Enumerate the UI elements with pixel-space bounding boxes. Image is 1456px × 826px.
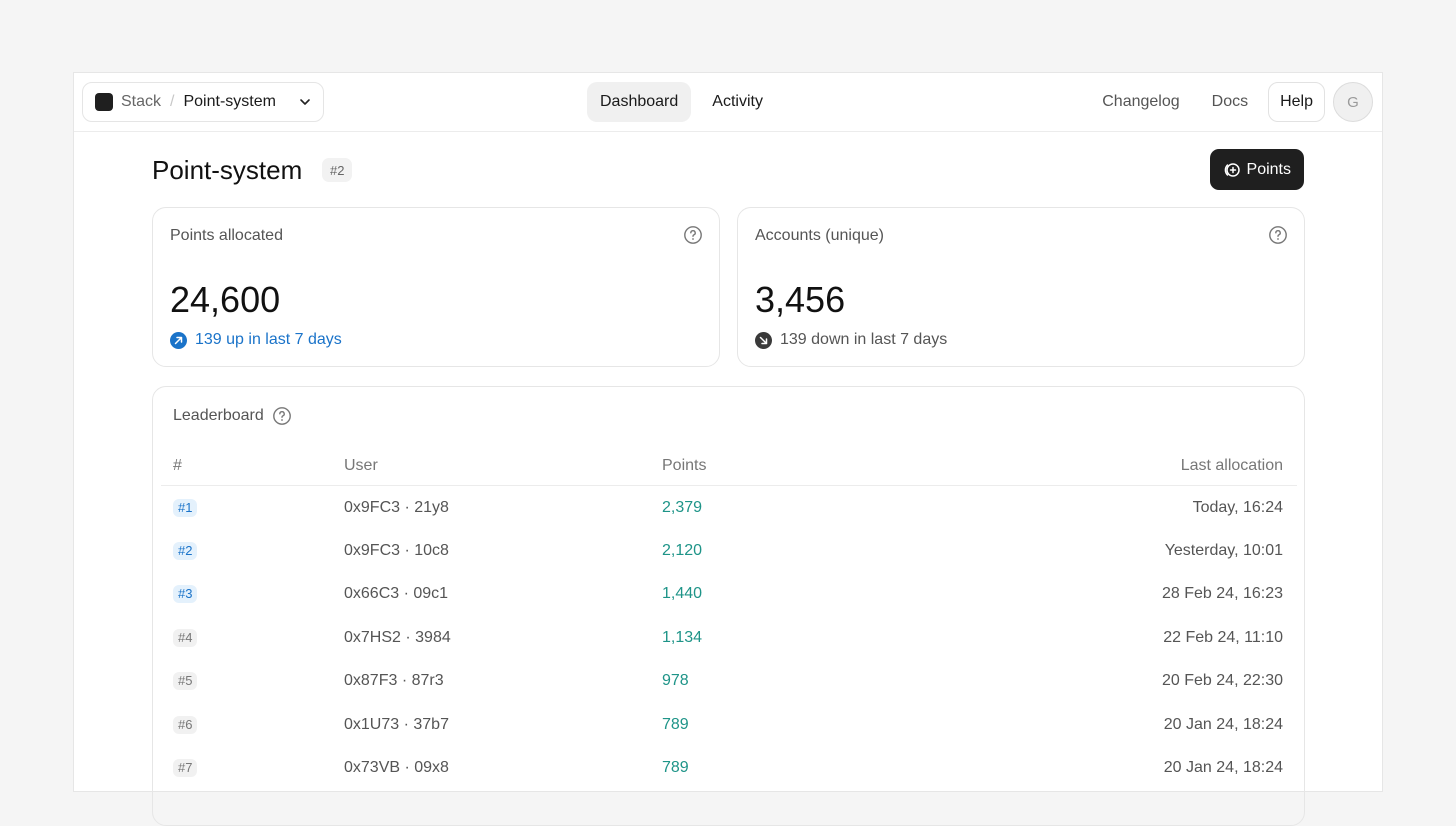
leaderboard-title: Leaderboard [173, 406, 292, 426]
stat-value: 24,600 [170, 279, 281, 320]
project-id-badge: #2 [322, 158, 353, 182]
arrow-up-right-icon [170, 331, 187, 349]
help-circle-icon[interactable] [1268, 225, 1288, 245]
user-address: 0x66C3 · 09c1 [344, 585, 449, 603]
column-header-user[interactable]: User [344, 457, 662, 475]
leaderboard-table: # User Points Last allocation #1 0x9FC3 … [161, 447, 1297, 790]
stat-trend: 139 up in last 7 days [170, 331, 342, 349]
last-allocation: 20 Jan 24, 18:24 [1163, 759, 1283, 777]
breadcrumb-separator: / [170, 93, 175, 110]
rank-badge: #7 [173, 759, 198, 778]
stat-value: 3,456 [755, 279, 846, 320]
user-address: 0x73VB · 09x8 [344, 759, 449, 777]
points-value: 2,120 [662, 542, 703, 560]
last-allocation: Yesterday, 10:01 [1164, 542, 1283, 560]
points-value: 2,379 [662, 498, 703, 516]
page-title: Point-system [152, 155, 303, 185]
top-bar: Stack / Point-system Dashboard Activity … [74, 73, 1382, 132]
points-value: 1,440 [662, 585, 703, 603]
user-address: 0x1U73 · 37b7 [344, 715, 449, 733]
chevron-down-icon [297, 94, 313, 110]
stat-trend: 139 down in last 7 days [755, 331, 947, 349]
stat-card-points-allocated: Points allocated 24,600 139 up in last 7… [152, 207, 720, 367]
table-row[interactable]: #4 0x7HS2 · 3984 1,134 22 Feb 24, 11:10 [161, 616, 1297, 659]
stat-card-accounts-unique: Accounts (unique) 3,456 139 down in last… [737, 207, 1305, 367]
project-switcher[interactable]: Stack / Point-system [82, 82, 324, 122]
rank-badge: #3 [173, 585, 198, 604]
add-points-label: Points [1246, 160, 1291, 178]
docs-link[interactable]: Docs [1196, 82, 1264, 122]
points-value: 978 [662, 672, 689, 690]
avatar[interactable]: G [1333, 82, 1373, 122]
table-header-row: # User Points Last allocation [161, 447, 1297, 486]
tab-dashboard[interactable]: Dashboard [587, 82, 692, 122]
table-row[interactable]: #3 0x66C3 · 09c1 1,440 28 Feb 24, 16:23 [161, 573, 1297, 616]
stat-trend-text: 139 down in last 7 days [780, 331, 948, 348]
main-nav: Dashboard Activity [587, 82, 776, 122]
last-allocation: Today, 16:24 [1192, 498, 1283, 516]
stat-trend-text: 139 up in last 7 days [195, 331, 342, 348]
column-header-last-allocation[interactable]: Last allocation [962, 457, 1297, 475]
last-allocation: 22 Feb 24, 11:10 [1163, 628, 1283, 646]
leaderboard-card: Leaderboard # User Points Last allocatio… [152, 386, 1305, 826]
stat-label: Accounts (unique) [755, 227, 884, 244]
last-allocation: 20 Feb 24, 22:30 [1162, 672, 1283, 690]
rank-badge: #5 [173, 672, 198, 691]
header-actions: Changelog Docs Help G [1086, 82, 1373, 122]
rank-badge: #1 [173, 498, 198, 517]
tab-activity[interactable]: Activity [699, 82, 776, 122]
rank-badge: #2 [173, 542, 198, 561]
add-points-button[interactable]: Points [1209, 149, 1304, 190]
last-allocation: 20 Jan 24, 18:24 [1163, 715, 1283, 733]
project-name: Point-system [183, 93, 276, 110]
org-logo [95, 93, 113, 111]
points-value: 1,134 [662, 628, 703, 646]
leaderboard-title-text: Leaderboard [173, 407, 264, 424]
rank-badge: #4 [173, 628, 198, 647]
table-row[interactable]: #6 0x1U73 · 37b7 789 20 Jan 24, 18:24 [161, 703, 1297, 746]
column-header-rank[interactable]: # [161, 457, 344, 475]
add-points-icon [1224, 162, 1240, 177]
app-window: Stack / Point-system Dashboard Activity … [73, 72, 1383, 826]
org-name: Stack [121, 93, 162, 110]
changelog-link[interactable]: Changelog [1086, 82, 1195, 122]
table-row[interactable]: #7 0x73VB · 09x8 789 20 Jan 24, 18:24 [161, 746, 1297, 789]
help-circle-icon[interactable] [683, 225, 703, 245]
user-address: 0x87F3 · 87r3 [344, 672, 444, 690]
table-row[interactable]: #1 0x9FC3 · 21y8 2,379 Today, 16:24 [161, 486, 1297, 529]
user-address: 0x9FC3 · 21y8 [344, 498, 449, 516]
last-allocation: 28 Feb 24, 16:23 [1162, 585, 1283, 603]
help-button[interactable]: Help [1268, 82, 1325, 122]
arrow-down-right-icon [755, 331, 772, 349]
points-value: 789 [662, 715, 689, 733]
stat-label: Points allocated [170, 227, 283, 244]
user-address: 0x7HS2 · 3984 [344, 628, 451, 646]
rank-badge: #6 [173, 715, 198, 734]
help-circle-icon[interactable] [272, 406, 292, 426]
user-address: 0x9FC3 · 10c8 [344, 542, 449, 560]
table-row[interactable]: #2 0x9FC3 · 10c8 2,120 Yesterday, 10:01 [161, 529, 1297, 572]
points-value: 789 [662, 759, 689, 777]
table-row[interactable]: #5 0x87F3 · 87r3 978 20 Feb 24, 22:30 [161, 660, 1297, 703]
column-header-points[interactable]: Points [662, 457, 962, 475]
